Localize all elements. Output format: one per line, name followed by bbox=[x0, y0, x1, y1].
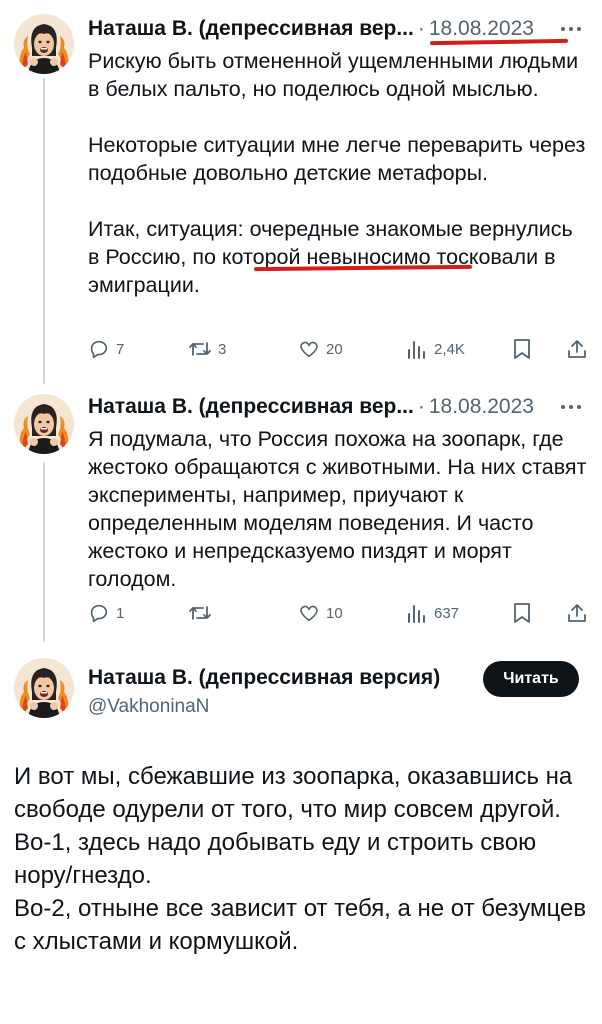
share-button[interactable] bbox=[566, 599, 588, 627]
avatar[interactable] bbox=[14, 658, 74, 718]
follow-button[interactable]: Читать bbox=[483, 661, 579, 697]
reply-icon bbox=[88, 338, 110, 360]
action-bar: 7 3 20 2,4K bbox=[88, 335, 588, 363]
tweet-text: Я подумала, что Россия похожа на зоопарк… bbox=[88, 425, 588, 593]
like-count: 10 bbox=[326, 604, 343, 622]
views-button[interactable]: 637 bbox=[406, 599, 459, 627]
paragraph: Во-2, отныне все зависит от тебя, а не о… bbox=[14, 895, 587, 955]
author-name[interactable]: Наташа В. (депрессивная версия) bbox=[88, 663, 440, 693]
views-icon bbox=[406, 338, 428, 360]
separator: · bbox=[417, 17, 425, 40]
reply-button[interactable]: 7 bbox=[88, 335, 124, 363]
paragraph: Я подумала, что Россия похожа на зоопарк… bbox=[88, 427, 587, 591]
retweet-icon bbox=[188, 602, 212, 624]
author-name[interactable]: Наташа В. (депрессивная вер... bbox=[88, 392, 414, 422]
reply-button[interactable]: 1 bbox=[88, 599, 124, 627]
like-count: 20 bbox=[326, 340, 343, 358]
more-icon[interactable] bbox=[560, 392, 582, 422]
share-icon bbox=[566, 602, 588, 624]
avatar[interactable] bbox=[14, 394, 74, 454]
paragraph: Некоторые ситуации мне легче переварить … bbox=[88, 133, 586, 185]
bookmark-button[interactable] bbox=[512, 599, 532, 627]
paragraph: Итак, ситуация: очередные знакомые верну… bbox=[88, 217, 573, 297]
like-button[interactable]: 20 bbox=[298, 335, 343, 363]
retweet-count: 3 bbox=[218, 340, 227, 358]
paragraph: И вот мы, сбежавшие из зоопарка, оказавш… bbox=[14, 763, 573, 823]
tweet-header: Наташа В. (депрессивная вер... · 18.08.2… bbox=[88, 392, 582, 422]
views-count: 637 bbox=[434, 604, 460, 622]
tweet-text: И вот мы, сбежавшие из зоопарка, оказавш… bbox=[14, 760, 590, 958]
bookmark-button[interactable] bbox=[512, 335, 532, 363]
share-button[interactable] bbox=[566, 335, 588, 363]
reply-count: 1 bbox=[116, 604, 125, 622]
like-icon bbox=[298, 602, 320, 624]
like-icon bbox=[298, 338, 320, 360]
separator: · bbox=[417, 395, 425, 418]
bookmark-icon bbox=[512, 338, 532, 360]
retweet-icon bbox=[188, 338, 212, 360]
author-name[interactable]: Наташа В. (депрессивная вер... bbox=[88, 14, 414, 44]
paragraph: Во-1, здесь надо добывать еду и строить … bbox=[14, 829, 537, 889]
action-bar: 1 10 637 bbox=[88, 599, 588, 627]
thread-line bbox=[43, 78, 45, 384]
reply-count: 7 bbox=[116, 340, 125, 358]
bookmark-icon bbox=[512, 602, 532, 624]
retweet-button[interactable]: 3 bbox=[188, 335, 226, 363]
like-button[interactable]: 10 bbox=[298, 599, 343, 627]
tweet-text: Рискую быть отмененной ущемленными людьм… bbox=[88, 47, 588, 299]
views-count: 2,4K bbox=[434, 340, 465, 358]
author-handle[interactable]: @VakhoninaN bbox=[88, 693, 209, 721]
retweet-button[interactable] bbox=[188, 599, 218, 627]
views-button[interactable]: 2,4K bbox=[406, 335, 465, 363]
share-icon bbox=[566, 338, 588, 360]
tweet-date[interactable]: 18.08.2023 bbox=[429, 392, 534, 422]
views-icon bbox=[406, 602, 428, 624]
thread-line bbox=[43, 462, 45, 642]
paragraph: Рискую быть отмененной ущемленными людьм… bbox=[88, 49, 579, 101]
avatar[interactable] bbox=[14, 14, 74, 74]
reply-icon bbox=[88, 602, 110, 624]
